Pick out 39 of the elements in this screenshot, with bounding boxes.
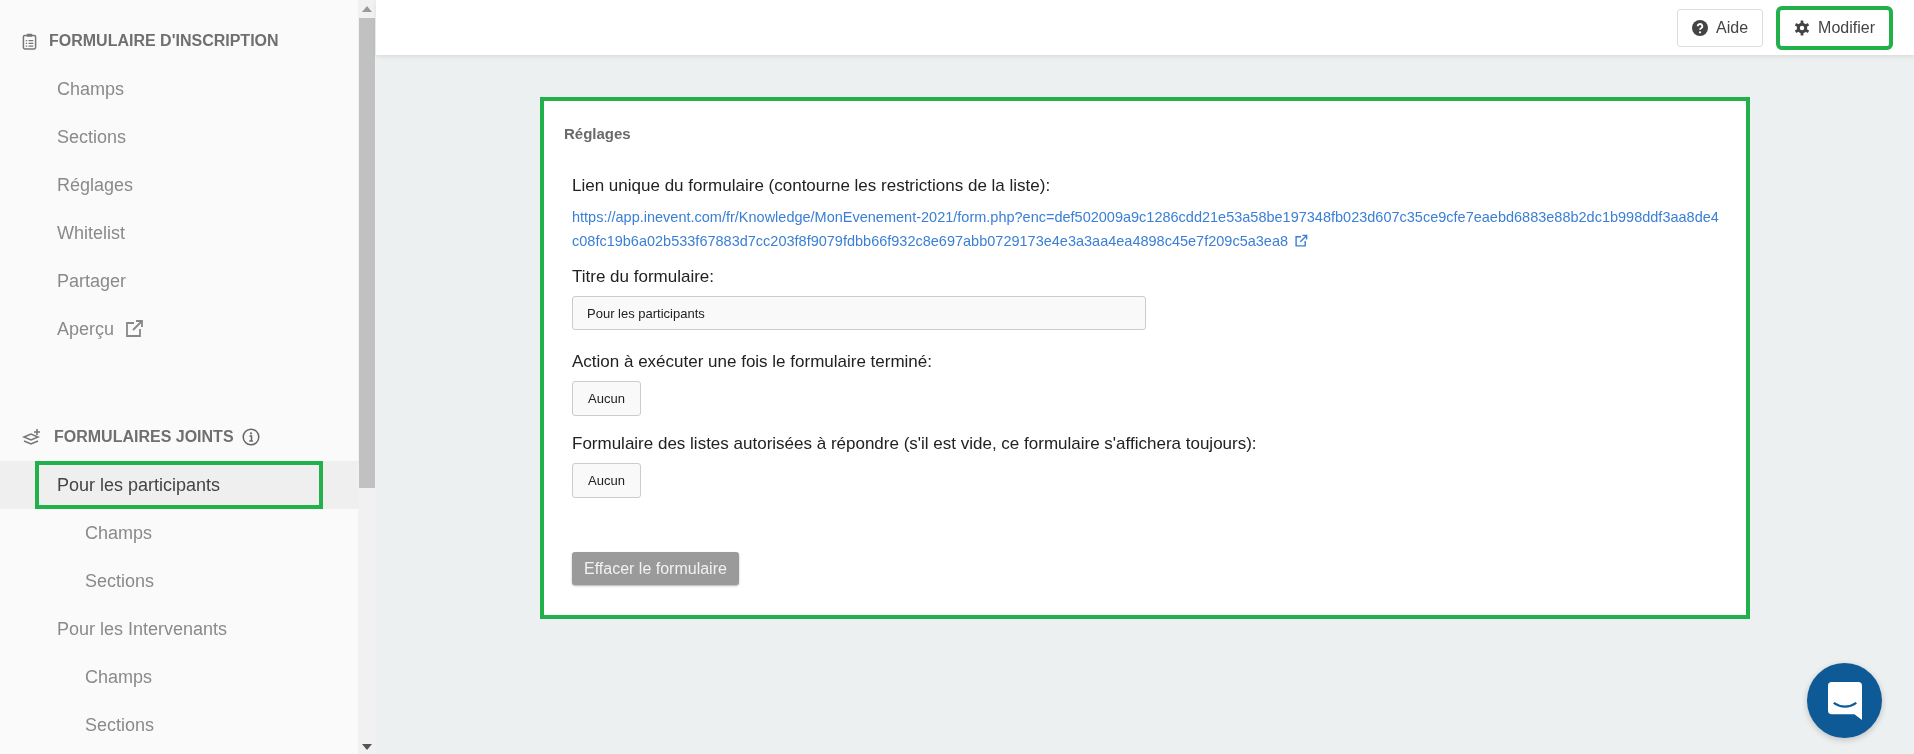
clipboard-icon: [22, 32, 37, 50]
delete-form-button[interactable]: Effacer le formulaire: [572, 552, 739, 585]
title-input-field[interactable]: Pour les participants: [572, 296, 1146, 330]
sidebar-item[interactable]: Champs: [0, 65, 125, 113]
field-label: Lien unique du formulaire (contourne les restrictions de la liste):: [572, 176, 1051, 196]
help-button[interactable]: Aide: [1677, 8, 1764, 47]
sidebar-subitem[interactable]: Sections: [0, 557, 155, 605]
external-link-icon: [1294, 234, 1309, 248]
info-icon[interactable]: [241, 428, 260, 446]
field-label: Titre du formulaire:: [572, 267, 715, 287]
sidebar-subitem[interactable]: Champs: [0, 509, 153, 557]
field-label: Action à exécuter une fois le formulaire terminé:: [572, 352, 932, 372]
scroll-up-icon[interactable]: [362, 6, 372, 12]
chat-bubble-icon: [1827, 681, 1862, 720]
sidebar-item[interactable]: Pour les participants: [35, 461, 323, 509]
section-heading: FORMULAIRE D'INSCRIPTION: [49, 32, 279, 50]
layers-plus-icon: [22, 428, 42, 446]
lists-dropdown[interactable]: Aucun: [572, 463, 641, 498]
form-link[interactable]: https://app.inevent.com/fr/Knowledge/MonEvenement-2021/form.php?enc=def502009a9c1286cdd21e53a58be197348fb023d607c35ce9cfe7eaebd6883e88b2dc1b998ddf3aa8de4c08fc19b6a02b533f67883d7cc203f8f9079fdbb66f932c8e697abb0729173e4e3a3aa4ea4898c45e7f209c5a3ea8: [572, 205, 1722, 253]
sidebar-item[interactable]: Aperçu: [0, 305, 115, 353]
sidebar-item[interactable]: Partager: [0, 257, 127, 305]
external-link-icon[interactable]: [124, 319, 145, 339]
card-title: Réglages: [564, 125, 632, 142]
sidebar-item[interactable]: Pour les Intervenants: [0, 605, 228, 653]
field-label: Formulaire des listes autorisées à répondre (s'il est vide, ce formulaire s'affichera toujours):: [572, 434, 1257, 454]
sidebar-item[interactable]: Réglages: [0, 161, 134, 209]
help-icon: [1692, 19, 1709, 36]
edit-button[interactable]: Modifier: [1779, 8, 1890, 47]
chat-button[interactable]: [1807, 663, 1882, 738]
scrollbar[interactable]: [358, 0, 376, 754]
sidebar-item[interactable]: Whitelist: [0, 209, 125, 257]
action-dropdown[interactable]: Aucun: [572, 381, 641, 416]
sidebar-subitem[interactable]: Sections: [0, 701, 155, 749]
sidebar-subitem[interactable]: Champs: [0, 653, 153, 701]
scrollbar-thumb[interactable]: [359, 18, 375, 488]
scroll-down-icon[interactable]: [362, 744, 372, 750]
section-heading: FORMULAIRES JOINTS: [54, 428, 234, 446]
sidebar-item[interactable]: Sections: [0, 113, 127, 161]
settings-icon: [1794, 19, 1811, 36]
